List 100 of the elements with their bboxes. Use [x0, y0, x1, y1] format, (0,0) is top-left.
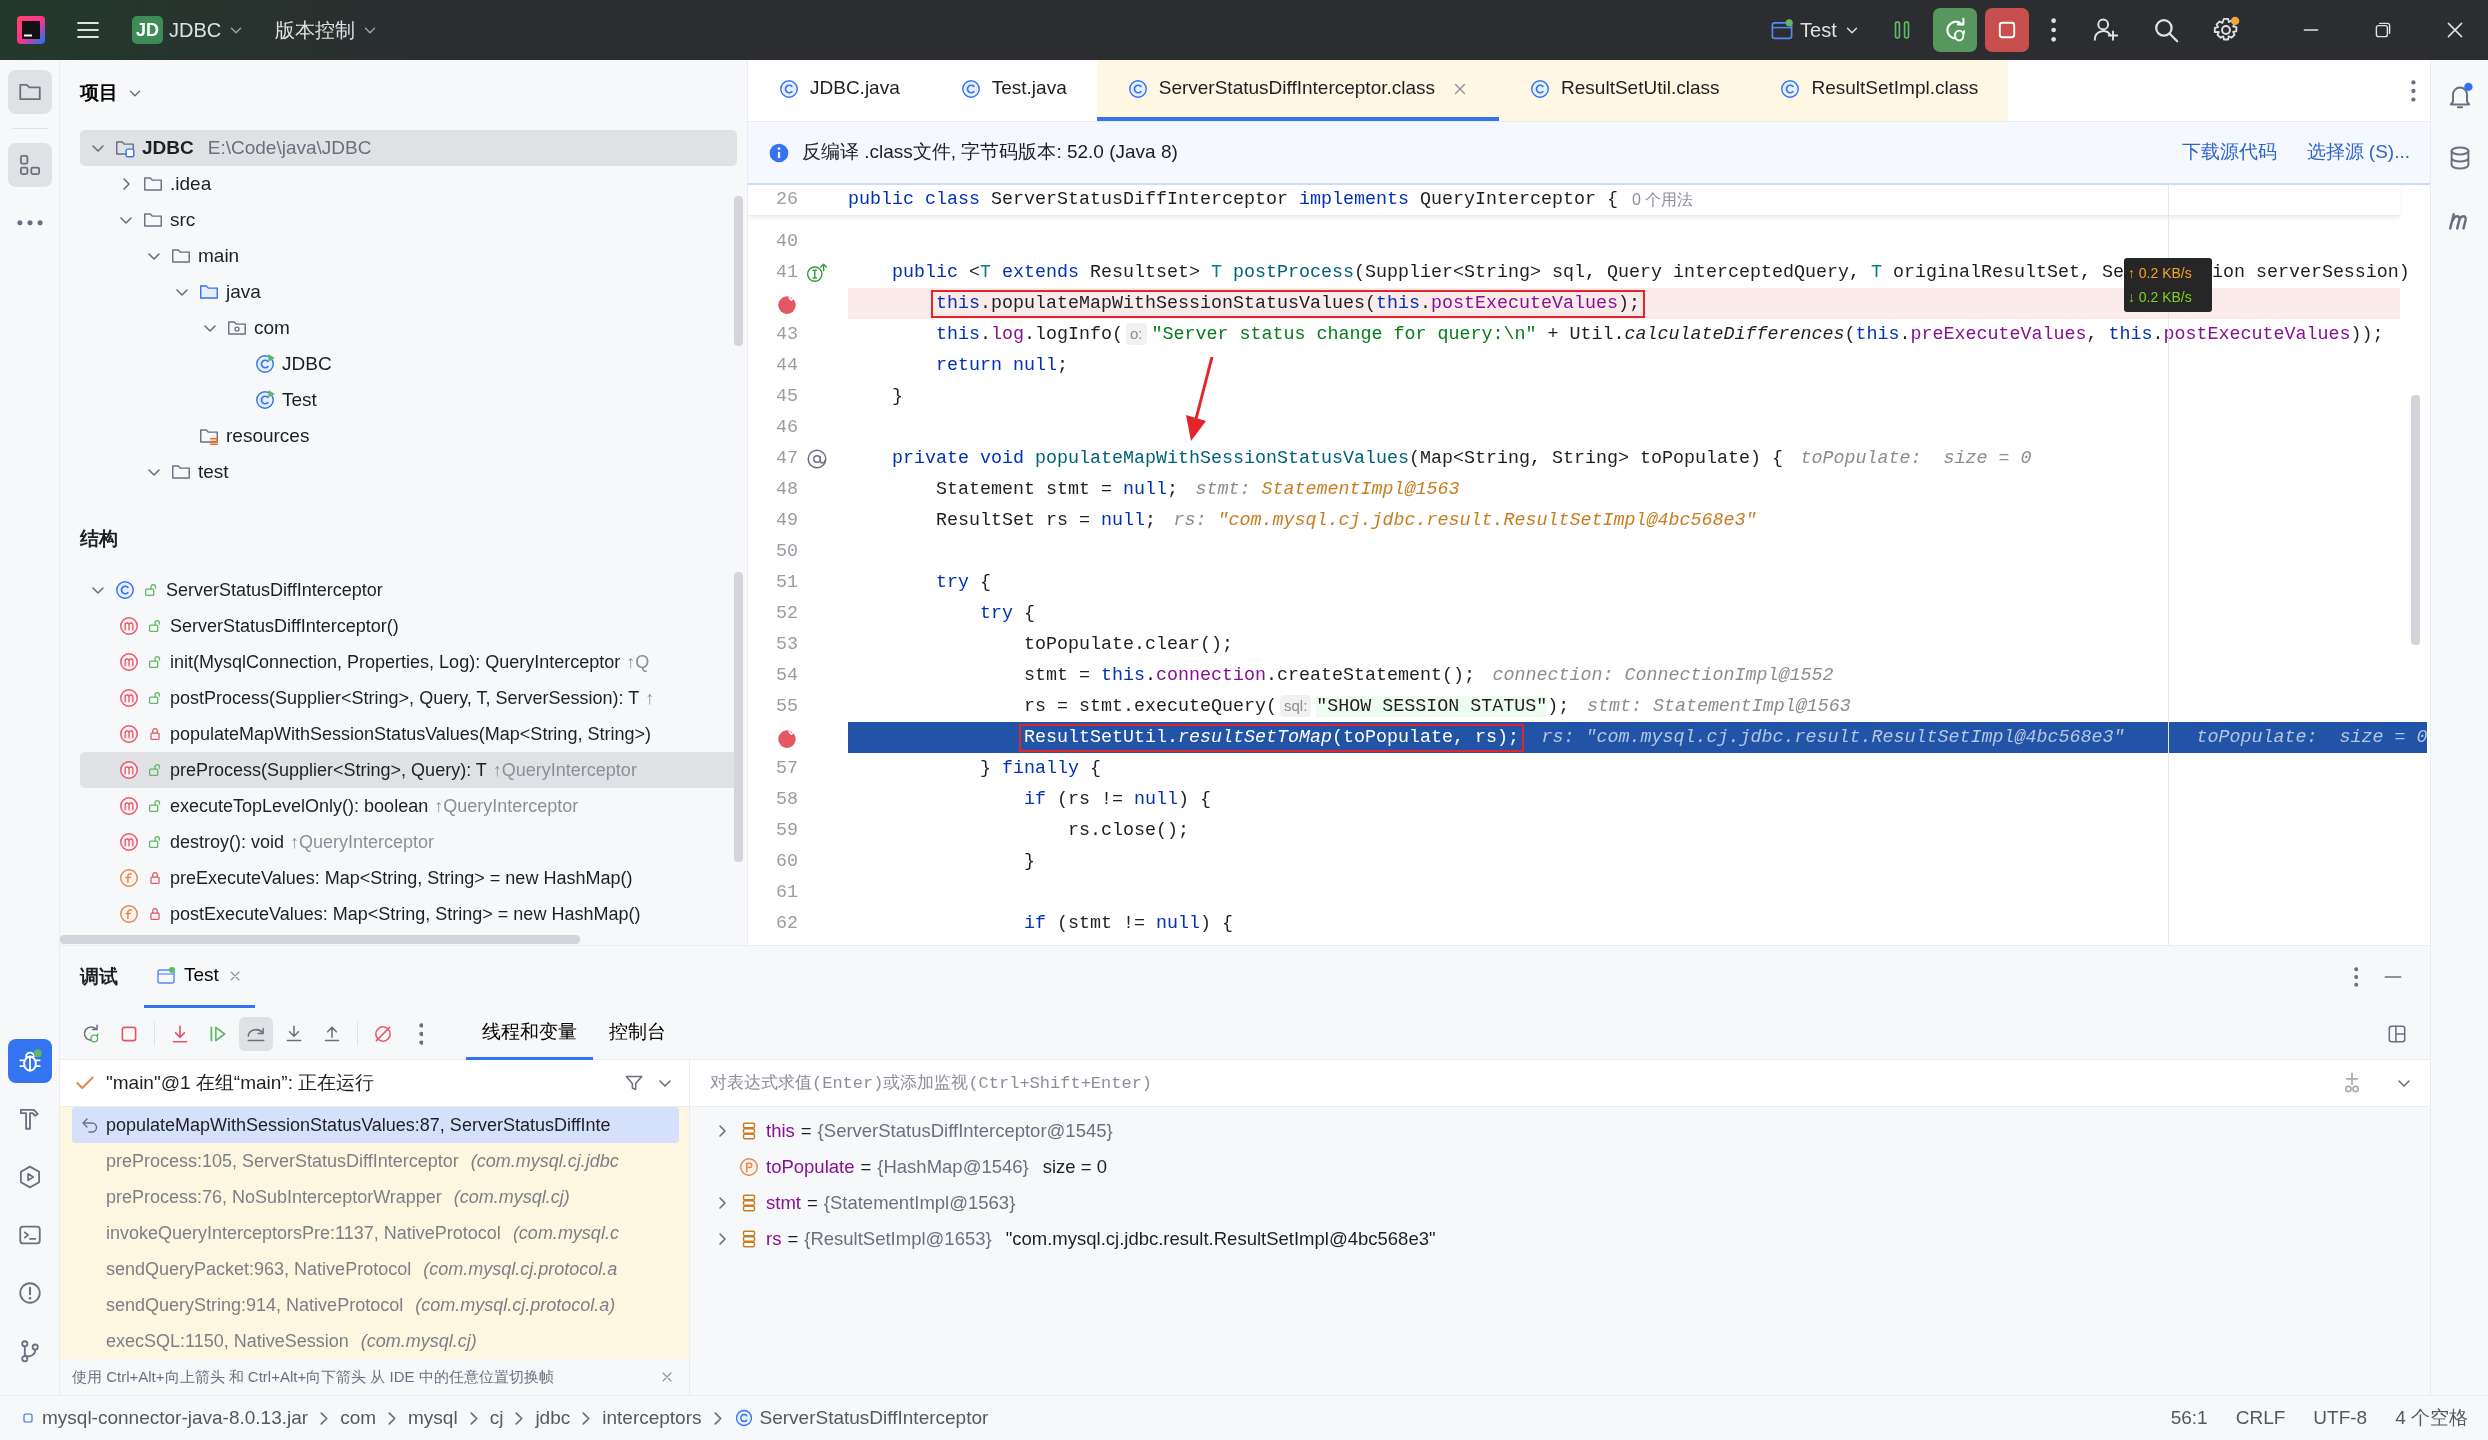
tree-item[interactable]: java — [80, 274, 737, 310]
breadcrumb-item[interactable]: mysql — [408, 1403, 458, 1433]
code-text: toPopulate.clear(); — [1024, 632, 1233, 657]
field-icon — [118, 903, 140, 925]
jar-icon — [20, 1410, 36, 1426]
tree-item[interactable]: test — [80, 454, 737, 490]
view-selector[interactable]: 项目 — [80, 78, 144, 108]
method-icon — [118, 831, 140, 853]
tree-item[interactable]: Test — [80, 382, 737, 418]
project-selector[interactable]: JD JDBC — [124, 11, 254, 49]
line-number: 50 — [776, 539, 798, 564]
variable-row[interactable]: rs = {ResultSetImpl@1653} "com.mysql.cj.jdbc.result.ResultSetImpl@4bc568e3" — [690, 1221, 2430, 1257]
scrollbar-thumb[interactable] — [734, 196, 743, 346]
breadcrumb-item[interactable]: cj — [489, 1403, 504, 1433]
tree-item[interactable]: .idea — [80, 166, 737, 202]
tree-item[interactable]: JDBC — [80, 346, 737, 382]
code-text: try { — [936, 570, 991, 595]
breadcrumb-item[interactable]: jdbc — [535, 1403, 571, 1433]
panel-title: 调试 — [80, 964, 118, 989]
class-icon — [114, 579, 136, 601]
notice-link[interactable]: 下载源代码 — [2181, 138, 2277, 167]
code-text: if (stmt != null) { — [1024, 911, 1233, 936]
code-text: try { — [980, 601, 1035, 626]
stack-frame[interactable]: invokeQueryInterceptorsPre:1137, NativeProtocol (com.mysql.c — [72, 1215, 679, 1251]
status-widget[interactable]: 4 个空格 — [2395, 1403, 2468, 1433]
app-logo-icon[interactable] — [16, 15, 46, 45]
implements-icon[interactable] — [806, 261, 828, 284]
stop-button[interactable] — [1984, 8, 2029, 52]
upload-speed: ↑ 0.2 KB/s — [2127, 264, 2192, 283]
method-icon — [118, 723, 140, 745]
inline-value-hint: stmt: StatementImpl@1563 — [1195, 477, 1460, 502]
editor-tab[interactable]: ResultSetImpl.class — [1749, 60, 2009, 121]
line-number: 43 — [776, 322, 798, 347]
stack-frame[interactable]: preProcess:105, ServerStatusDiffInterceptor (com.mysql.cj.jdbc — [72, 1143, 679, 1179]
structure-item[interactable]: postExecuteValues: Map<String, String> = new HashMap() — [80, 896, 737, 932]
line-number: 57 — [776, 756, 798, 781]
run-config-selector[interactable]: Test — [1762, 11, 1869, 49]
line-number: 61 — [776, 880, 798, 905]
tree-item[interactable]: com — [80, 310, 737, 346]
class-icon — [1126, 77, 1149, 100]
line-number: 52 — [776, 601, 798, 626]
thread-status: "main"@1 在组“main”: 正在运行 — [106, 1070, 375, 1095]
stack-frame[interactable]: sendQueryPacket:963, NativeProtocol (com.mysql.cj.protocol.a — [72, 1251, 679, 1287]
vcs-menu[interactable]: 版本控制 — [267, 11, 388, 49]
tree-item[interactable]: main — [80, 238, 737, 274]
session-tab[interactable]: Test — [144, 946, 255, 1008]
step-over-button[interactable] — [239, 1016, 273, 1051]
breadcrumb-item[interactable]: interceptors — [602, 1403, 702, 1433]
scrollbar-thumb[interactable] — [60, 935, 580, 944]
notice-link[interactable]: 选择源 (S)... — [2306, 138, 2410, 167]
add-user-icon[interactable] — [2092, 16, 2120, 44]
code-text: this.log.logInfo( — [936, 322, 1123, 347]
bug-tool-button[interactable] — [7, 1039, 52, 1083]
scrollbar-thumb[interactable] — [734, 572, 743, 862]
tree-item[interactable]: JDBC E:\Code\java\JDBC — [80, 130, 737, 166]
debug-button[interactable] — [1932, 8, 1977, 52]
inline-value-hint: stmt: StatementImpl@1563 — [1586, 694, 1851, 719]
editor-tab[interactable]: ServerStatusDiffInterceptor.class — [1096, 60, 1500, 121]
structure-item[interactable]: ServerStatusDiffInterceptor — [80, 572, 737, 608]
more-icon[interactable] — [2411, 79, 2416, 102]
stack-frame[interactable]: preProcess:76, NoSubInterceptorWrapper (com.mysql.cj) — [72, 1179, 679, 1215]
more-icon[interactable] — [2353, 967, 2358, 987]
line-number: 48 — [776, 477, 798, 502]
stack-frame[interactable]: execSQL:1150, NativeSession (com.mysql.cj) — [72, 1323, 679, 1359]
line-number: 58 — [776, 787, 798, 812]
scrollbar-thumb[interactable] — [2411, 395, 2420, 645]
folder-tool-button[interactable] — [7, 70, 52, 114]
editor-tab[interactable]: ResultSetUtil.class — [1499, 60, 1750, 121]
stack-frame[interactable]: sendQueryString:914, NativeProtocol (com.mysql.cj.protocol.a) — [72, 1287, 679, 1323]
more-icon[interactable] — [2050, 18, 2056, 42]
status-widget[interactable]: CRLF — [2235, 1403, 2286, 1433]
breadcrumb-item[interactable]: ServerStatusDiffInterceptor — [733, 1403, 989, 1433]
variable-row[interactable]: this = {ServerStatusDiffInterceptor@1545} — [690, 1113, 2430, 1149]
breadcrumb-item[interactable]: com — [340, 1403, 377, 1433]
line-number: 40 — [776, 229, 798, 254]
at-sign-icon[interactable] — [806, 447, 828, 470]
code-text: } — [892, 384, 903, 409]
structure-item[interactable]: preProcess(Supplier<String>, Query): T ↑QueryInterceptor — [80, 752, 737, 788]
search-icon[interactable] — [2152, 16, 2180, 44]
line-number: 54 — [776, 663, 798, 688]
variable-row[interactable]: toPopulate = {HashMap@1546} size = 0 — [690, 1149, 2430, 1185]
method-icon — [118, 759, 140, 781]
inline-value-hint: rs: "com.mysql.cj.jdbc.result.ResultSetImpl@4bc568e3" — [1173, 508, 1757, 533]
variable-row[interactable]: stmt = {StatementImpl@1563} — [690, 1185, 2430, 1221]
structure-item[interactable]: preExecuteValues: Map<String, String> = new HashMap() — [80, 860, 737, 896]
tree-item[interactable]: resources — [80, 418, 737, 454]
project-name: JDBC — [169, 18, 222, 43]
breadcrumb-item[interactable]: mysql-connector-java-8.0.13.jar — [20, 1403, 309, 1433]
status-widget[interactable]: UTF-8 — [2313, 1403, 2368, 1433]
view-tab[interactable]: 控制台 — [593, 1007, 682, 1060]
code-text: "Server status change for query:\n" + Util.calculateDifferences(this.preExecuteValues, this.postExecuteValues)); — [1151, 322, 2384, 347]
tree-item[interactable]: src — [80, 202, 737, 238]
line-number: 51 — [776, 570, 798, 595]
structure-tool-button[interactable] — [7, 143, 52, 187]
line-number: 55 — [776, 694, 798, 719]
line-number: 41 — [776, 260, 798, 285]
status-widget[interactable]: 56:1 — [2170, 1403, 2208, 1433]
stack-frame[interactable]: populateMapWithSessionStatusValues:87, ServerStatusDiffInte — [72, 1107, 679, 1143]
method-icon — [118, 687, 140, 709]
parameter-icon — [738, 1156, 760, 1178]
